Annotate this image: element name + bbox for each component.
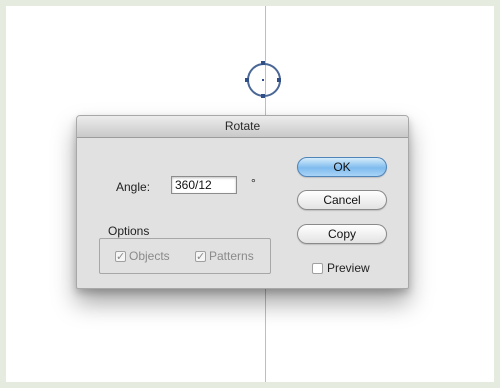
center-point (262, 79, 264, 81)
copy-button[interactable]: Copy (297, 224, 387, 244)
preview-checkbox[interactable]: Preview (312, 261, 370, 275)
rotate-dialog: Rotate Angle: ° Options ✓ Objects ✓ Patt… (76, 115, 409, 289)
dialog-title: Rotate (77, 116, 408, 138)
checkmark-icon: ✓ (115, 250, 126, 263)
anchor-point-top[interactable] (261, 61, 265, 65)
anchor-point-right[interactable] (277, 78, 281, 82)
objects-label: Objects (129, 249, 170, 263)
objects-checkbox[interactable]: ✓ Objects (115, 249, 170, 263)
checkmark-icon: ✓ (195, 250, 206, 263)
preview-label: Preview (327, 261, 370, 275)
patterns-label: Patterns (209, 249, 254, 263)
cancel-button[interactable]: Cancel (297, 190, 387, 210)
options-label: Options (105, 224, 153, 238)
degree-symbol: ° (251, 176, 256, 190)
checkbox-empty-icon (312, 262, 323, 274)
patterns-checkbox[interactable]: ✓ Patterns (195, 249, 254, 263)
angle-label: Angle: (116, 180, 151, 194)
anchor-point-left[interactable] (245, 78, 249, 82)
angle-input[interactable] (171, 176, 237, 194)
ok-button[interactable]: OK (297, 157, 387, 177)
anchor-point-bottom[interactable] (261, 94, 265, 98)
selected-circle[interactable] (247, 63, 281, 97)
